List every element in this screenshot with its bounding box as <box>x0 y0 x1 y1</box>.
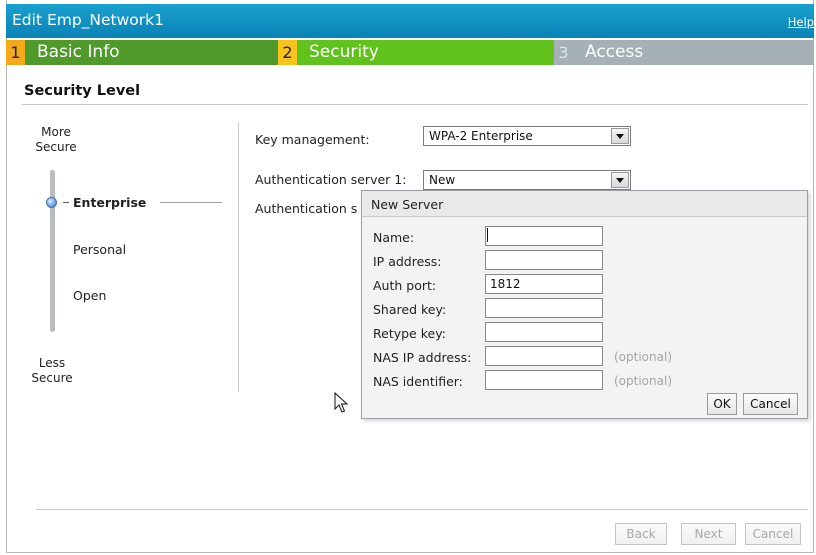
step-label: Security <box>309 42 379 62</box>
level-option-open[interactable]: Open <box>73 288 106 303</box>
chevron-down-icon[interactable] <box>611 172 629 188</box>
nas-ip-address-label: NAS IP address: <box>373 350 472 365</box>
step-basic-info[interactable]: 1 Basic Info <box>6 40 278 65</box>
auth-server1-select[interactable]: New <box>423 170 631 190</box>
slider-handle[interactable] <box>46 197 57 208</box>
less-secure-label: Less Secure <box>31 356 73 385</box>
chevron-down-icon[interactable] <box>611 128 629 144</box>
window-title: Edit Emp_Network1 <box>12 11 165 29</box>
key-management-label: Key management: <box>255 132 370 147</box>
name-input[interactable] <box>485 226 603 246</box>
dialog-title: New Server <box>371 197 444 212</box>
section-title: Security Level <box>24 83 141 99</box>
next-button[interactable]: Next <box>681 523 736 545</box>
selection-line <box>160 202 222 203</box>
footer-cancel-button[interactable]: Cancel <box>745 523 801 545</box>
auth-server1-value: New <box>429 173 456 187</box>
retype-key-label: Retype key: <box>373 326 446 341</box>
ip-address-label: IP address: <box>373 254 442 269</box>
slider-tick <box>63 202 69 203</box>
retype-key-input[interactable] <box>485 322 603 342</box>
step-access[interactable]: 3 Access <box>554 40 814 65</box>
step-number: 3 <box>554 40 573 65</box>
shared-key-label: Shared key: <box>373 302 447 317</box>
title-bar: Edit Emp_Network1 Help <box>6 4 814 38</box>
text-caret <box>487 228 488 242</box>
nas-ip-optional-hint: (optional) <box>614 350 672 364</box>
more-secure-label: More Secure <box>35 125 77 154</box>
cancel-button[interactable]: Cancel <box>743 393 798 415</box>
shared-key-input[interactable] <box>485 298 603 318</box>
key-management-value: WPA-2 Enterprise <box>429 129 533 143</box>
name-label: Name: <box>373 230 415 245</box>
level-option-personal[interactable]: Personal <box>73 242 126 257</box>
panel-divider <box>238 122 239 392</box>
wizard-steps: 1 Basic Info 2 Security 3 Access <box>6 40 814 65</box>
auth-port-input[interactable] <box>485 274 603 294</box>
ip-address-input[interactable] <box>485 250 603 270</box>
nas-ip-address-input[interactable] <box>485 346 603 366</box>
auth-server1-label: Authentication server 1: <box>255 172 407 187</box>
help-link[interactable]: Help <box>788 15 814 29</box>
security-level-slider[interactable] <box>50 170 55 332</box>
nas-identifier-optional-hint: (optional) <box>614 374 672 388</box>
footer-divider <box>36 509 808 510</box>
step-number: 1 <box>6 40 25 65</box>
auth-server2-label: Authentication s <box>255 201 358 216</box>
step-label: Basic Info <box>37 42 120 62</box>
back-button[interactable]: Back <box>615 523 667 545</box>
ok-button[interactable]: OK <box>707 393 737 415</box>
step-security[interactable]: 2 Security <box>278 40 554 65</box>
new-server-dialog: New Server Name: IP address: Auth port: … <box>361 190 808 419</box>
nas-identifier-label: NAS identifier: <box>373 374 463 389</box>
key-management-select[interactable]: WPA-2 Enterprise <box>423 126 631 146</box>
step-label: Access <box>585 42 644 62</box>
step-number: 2 <box>278 40 297 65</box>
nas-identifier-input[interactable] <box>485 370 603 390</box>
section-divider <box>22 104 808 105</box>
level-option-enterprise[interactable]: Enterprise <box>73 195 146 210</box>
mouse-pointer-icon <box>334 392 348 413</box>
dialog-header: New Server <box>362 191 807 217</box>
auth-port-label: Auth port: <box>373 278 437 293</box>
